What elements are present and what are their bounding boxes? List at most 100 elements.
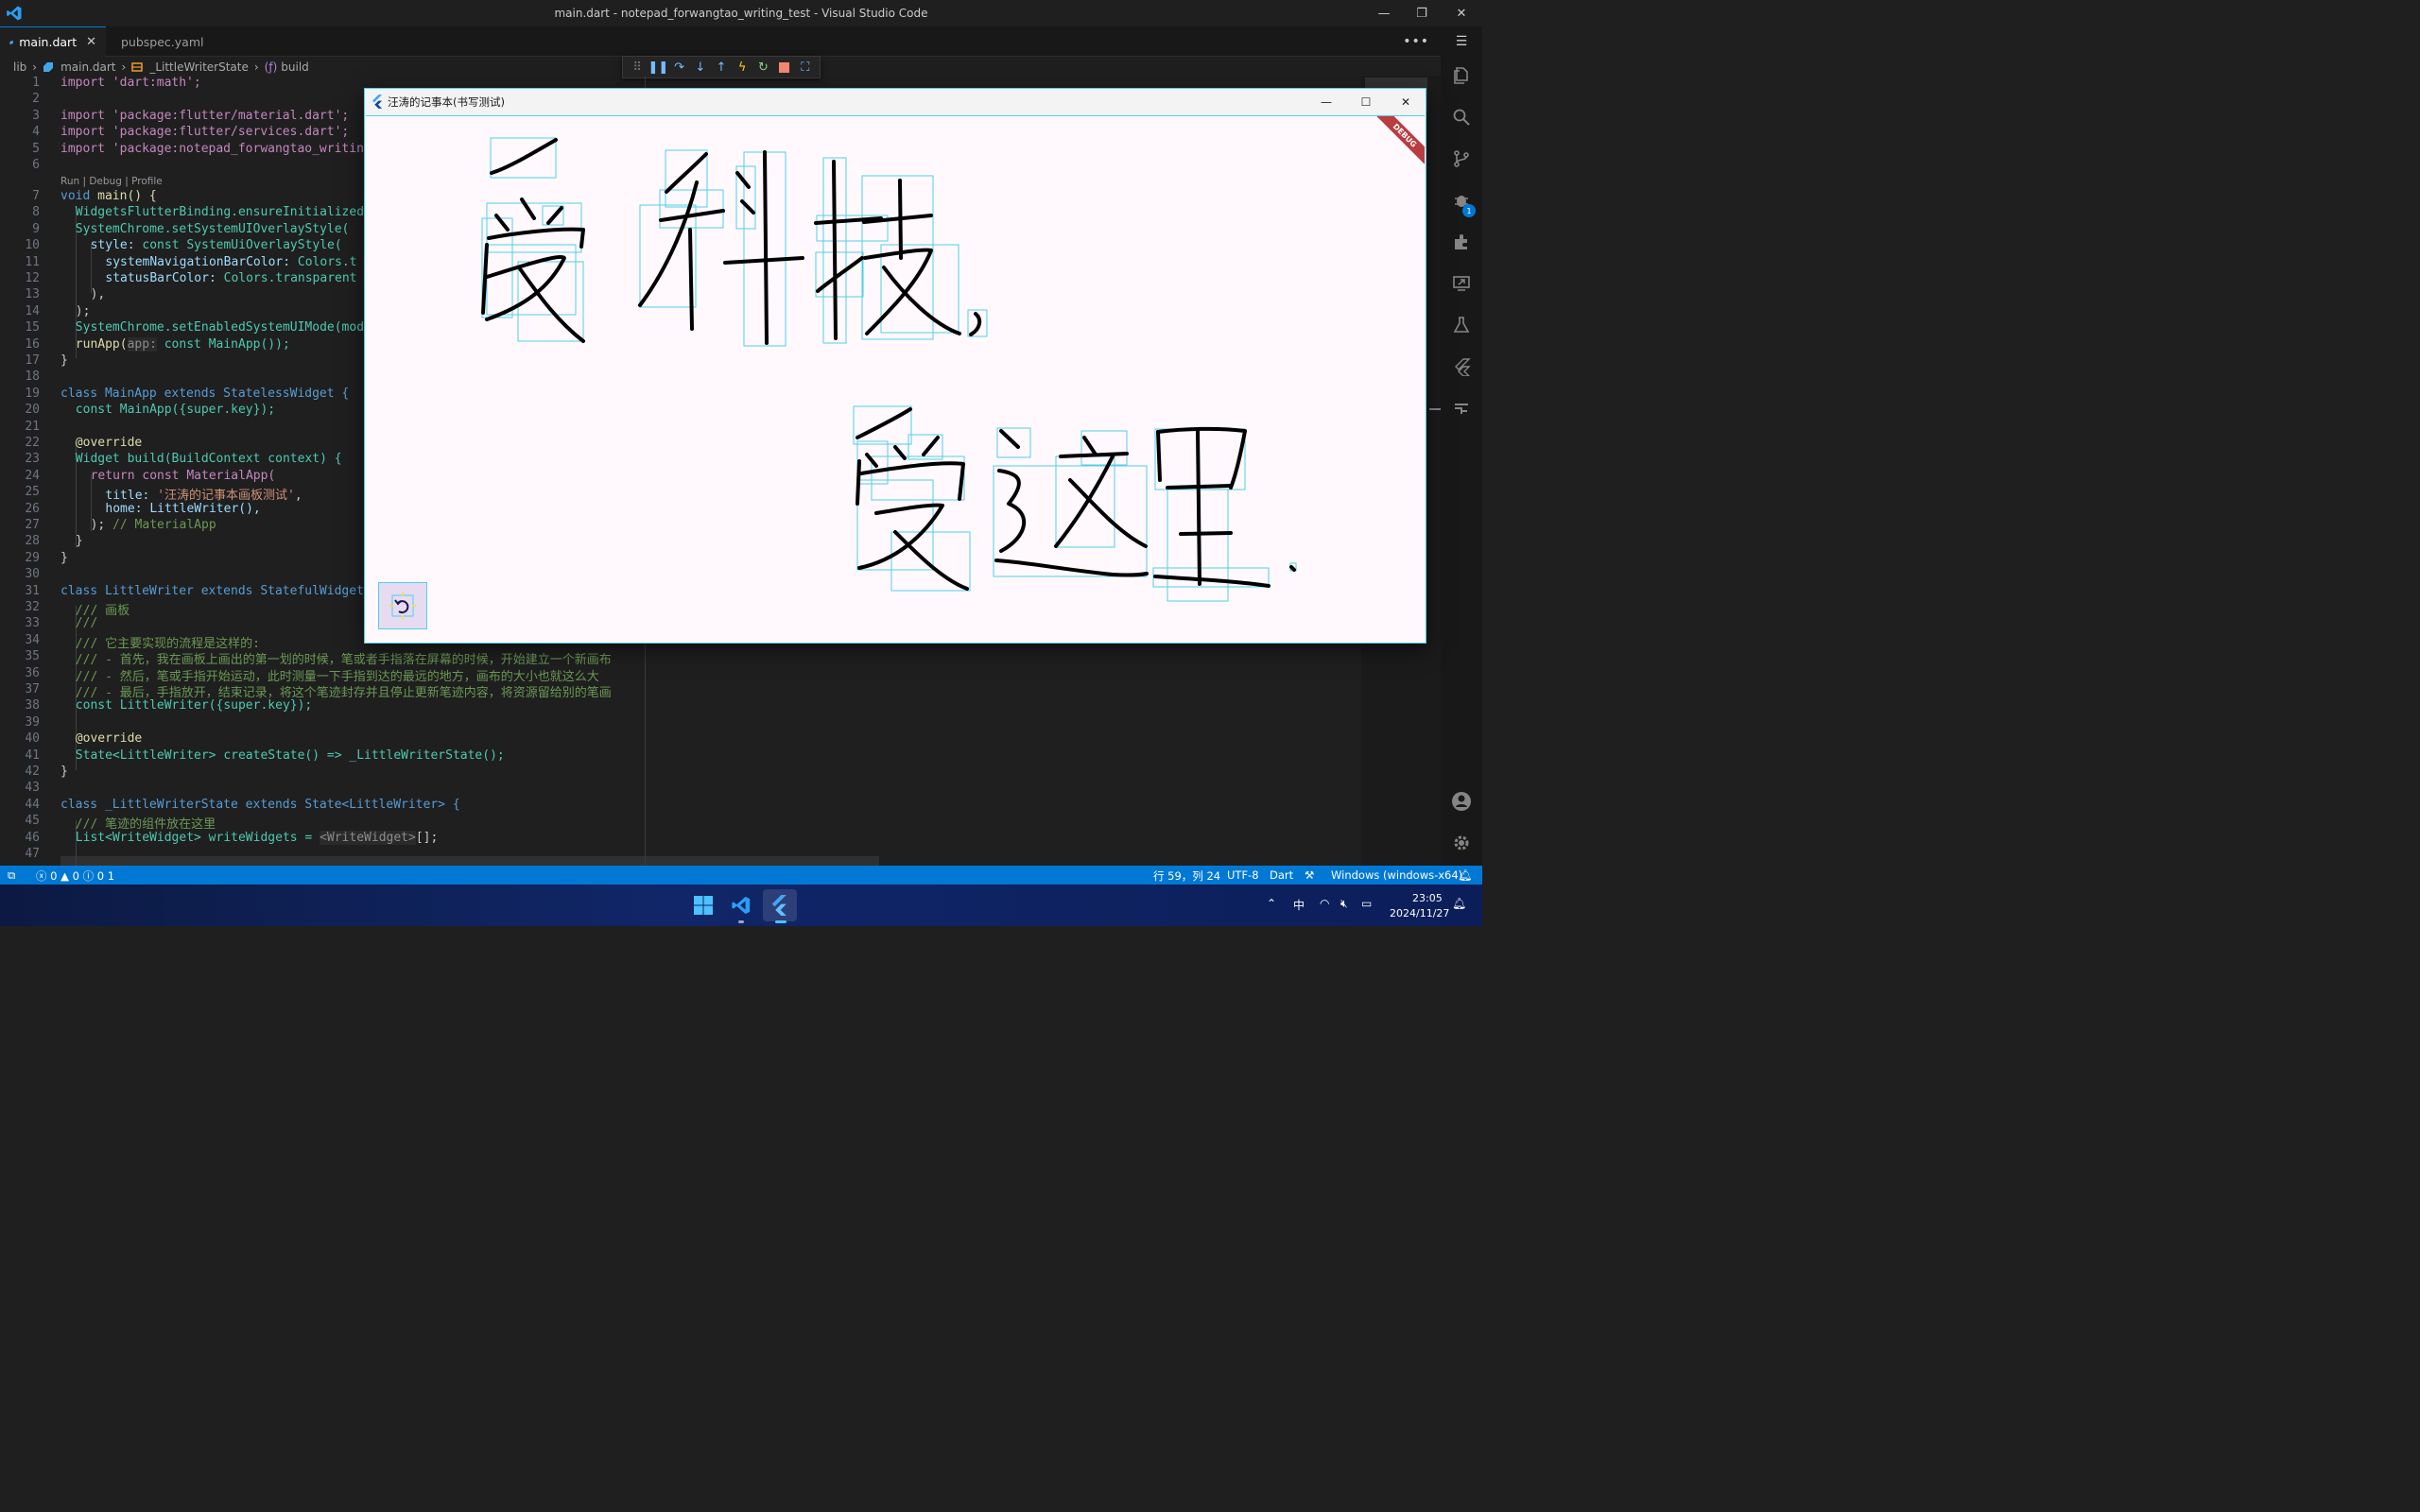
tab-pubspec-yaml[interactable]: pubspec.yaml xyxy=(106,26,212,57)
menu-icon[interactable]: ☰ xyxy=(1450,30,1473,53)
code-token: Colors.transparent xyxy=(223,270,357,285)
code-token: @override xyxy=(75,731,143,747)
codelens-run-debug[interactable]: Run | Debug | Profile xyxy=(60,176,163,187)
clock-time[interactable]: 23:05 xyxy=(1412,892,1443,904)
breadcrumb-file[interactable]: main.dart xyxy=(60,60,115,74)
code-token: void xyxy=(60,188,91,203)
code-line[interactable]: 43 xyxy=(0,781,1361,797)
line-number: 9 xyxy=(32,221,40,236)
code-line[interactable]: 37 /// - 最后，手指放开，结束记录，将这个笔迹封存并且停止更新笔迹内容，将… xyxy=(0,682,1361,700)
flutter-outline-icon[interactable] xyxy=(1450,397,1473,420)
code-token: ); xyxy=(75,303,91,318)
minimize-button[interactable]: — xyxy=(1365,0,1403,26)
code-text: Widget build(BuildContext context) { xyxy=(76,452,342,466)
code-token: } xyxy=(60,550,68,565)
tab-main-dart[interactable]: main.dart ✕ xyxy=(0,26,106,57)
step-over-icon[interactable]: ↷ xyxy=(670,58,689,77)
code-token: @override xyxy=(75,435,143,450)
code-text: } xyxy=(60,551,68,565)
debug-tool-icon[interactable]: ⚒ xyxy=(1305,868,1314,882)
breadcrumb-method[interactable]: build xyxy=(281,60,309,74)
widget-inspector-icon[interactable]: ⛶ xyxy=(796,58,815,77)
code-token: SystemChrome.setEnabledSystemUIMode(mode xyxy=(75,320,372,335)
restore-button[interactable]: ❐ xyxy=(1403,0,1441,26)
flutter-icon[interactable] xyxy=(1450,355,1473,378)
code-token: class _LittleWriterState extends State<L… xyxy=(60,797,460,812)
search-icon[interactable] xyxy=(1450,106,1473,129)
line-number: 12 xyxy=(25,270,40,285)
code-text: ); // MaterialApp xyxy=(91,518,216,532)
explorer-icon[interactable] xyxy=(1450,64,1473,87)
horizontal-scrollbar[interactable] xyxy=(60,856,879,866)
testing-icon[interactable] xyxy=(1450,314,1473,336)
code-text: /// 画板 xyxy=(76,600,130,618)
hot-reload-icon[interactable]: ϟ xyxy=(733,58,752,77)
line-number: 36 xyxy=(25,665,40,680)
code-line[interactable]: 41 State<LittleWriter> createState() => _… xyxy=(0,748,1361,765)
breadcrumb-class[interactable]: _LittleWriterState xyxy=(149,60,249,74)
code-line[interactable]: 36 /// - 然后，笔或手指开始运动，此时测量一下手指到达的最远的地方，画布的… xyxy=(0,665,1361,684)
info-icon: ⓘ xyxy=(82,869,95,883)
source-control-icon[interactable] xyxy=(1450,147,1473,170)
wifi-icon[interactable]: ◠ xyxy=(1320,897,1329,910)
breadcrumb-folder[interactable]: lib xyxy=(13,60,26,74)
tab-label: main.dart xyxy=(19,35,78,49)
step-into-icon[interactable]: ↓ xyxy=(691,58,710,77)
code-line[interactable]: 42} xyxy=(0,765,1361,781)
more-actions-icon[interactable]: ••• xyxy=(1403,34,1429,49)
activity-bar: ☰ xyxy=(1441,26,1482,866)
app-maximize-button[interactable]: ☐ xyxy=(1346,89,1386,114)
app-minimize-button[interactable]: — xyxy=(1306,89,1346,114)
app-close-button[interactable]: ✕ xyxy=(1386,89,1426,114)
step-out-icon[interactable]: ↑ xyxy=(712,58,731,77)
method-symbol-icon: (ƒ) xyxy=(264,60,278,74)
problems-indicator[interactable]: ⓧ 0 ▲ 0 ⓘ 0 1 xyxy=(36,868,114,884)
chevron-up-icon[interactable]: ⌃ xyxy=(1267,897,1276,910)
code-text: class _LittleWriterState extends State<L… xyxy=(60,798,460,812)
undo-button[interactable] xyxy=(378,582,427,629)
encoding[interactable]: UTF-8 xyxy=(1227,868,1259,882)
code-token: home: LittleWriter(), xyxy=(105,501,261,516)
close-tab-icon[interactable]: ✕ xyxy=(86,35,96,49)
accounts-icon[interactable] xyxy=(1450,790,1473,813)
restart-icon[interactable]: ↻ xyxy=(753,58,772,77)
flutter-app-taskbar-icon[interactable] xyxy=(763,889,797,921)
windows-start-icon[interactable] xyxy=(686,889,720,921)
notifications-bell-icon[interactable]: 🔔︎ xyxy=(1459,868,1473,882)
code-line[interactable]: 40 @override xyxy=(0,731,1361,747)
battery-icon[interactable]: ▭ xyxy=(1361,897,1372,910)
ports-count: 1 xyxy=(107,869,115,883)
code-line[interactable]: 38 const LittleWriter({super.key}); xyxy=(0,698,1361,714)
line-number: 1 xyxy=(32,76,40,90)
code-line[interactable]: 45 /// 笔迹的组件放在这里 xyxy=(0,814,1361,832)
pause-icon[interactable]: ❚❚ xyxy=(648,58,668,77)
code-line[interactable]: 35 /// - 首先，我在画板上画出的第一划的时候，笔或者手指落在屏幕的时候，开… xyxy=(0,649,1361,667)
code-line[interactable]: 44 class _LittleWriterState extends State… xyxy=(0,798,1361,814)
manage-gear-icon[interactable] xyxy=(1450,832,1473,854)
clock-date[interactable]: 2024/11/27 xyxy=(1390,907,1449,919)
stop-icon[interactable] xyxy=(775,58,794,77)
extensions-icon[interactable] xyxy=(1450,231,1473,253)
close-window-button[interactable]: ✕ xyxy=(1443,0,1480,26)
line-number: 2 xyxy=(32,92,40,107)
device-selector[interactable]: Windows (windows-x64) xyxy=(1331,868,1462,882)
code-line[interactable]: 46 List<WriteWidget> writeWidgets = <Writ… xyxy=(0,830,1361,847)
ink-strokes xyxy=(481,138,1296,591)
code-text: statusBarColor: Colors.transparent xyxy=(105,271,356,285)
code-text: void main() { xyxy=(60,189,157,203)
flutter-app-window[interactable]: 汪涛的记事本(书写测试) — ☐ ✕ DEBUG xyxy=(364,88,1426,644)
ime-indicator[interactable]: 中 xyxy=(1293,897,1305,913)
code-text: const LittleWriter({super.key}); xyxy=(76,698,312,713)
remote-explorer-icon[interactable] xyxy=(1450,272,1473,295)
volume-muted-icon[interactable]: 🔇︎ xyxy=(1340,897,1348,911)
code-line[interactable]: 39 xyxy=(0,715,1361,731)
language-mode[interactable]: Dart xyxy=(1270,868,1293,882)
remote-indicator-icon[interactable]: ⧉ xyxy=(8,868,15,883)
drag-handle-icon[interactable]: ⠿ xyxy=(628,58,647,77)
line-number: 18 xyxy=(25,369,40,385)
drawing-canvas[interactable]: DEBUG xyxy=(366,115,1425,643)
cursor-position[interactable]: 行 59，列 24 xyxy=(1153,868,1220,884)
notification-icon[interactable]: 🔔︎ xyxy=(1452,897,1466,910)
vscode-taskbar-icon[interactable] xyxy=(724,889,758,921)
code-token: class MainApp extends StatelessWidget { xyxy=(60,386,350,401)
